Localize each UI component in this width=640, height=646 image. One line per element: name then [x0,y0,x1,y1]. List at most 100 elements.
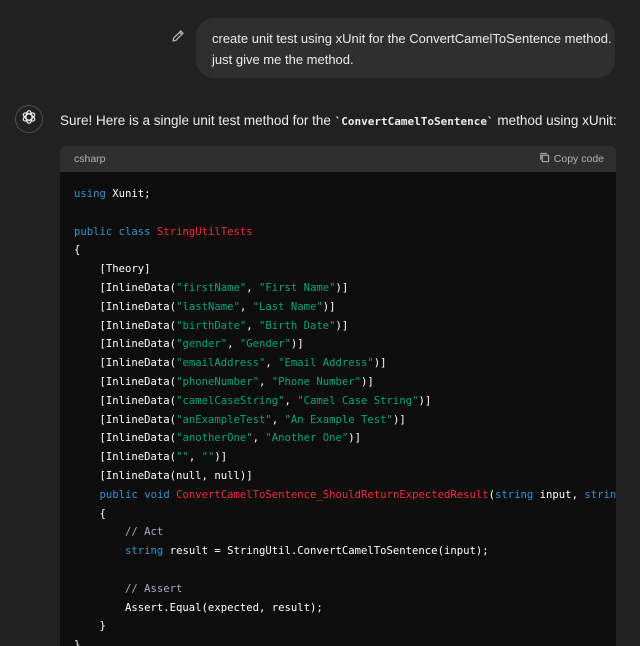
code-token: )] [322,300,336,313]
code-token: )] [418,394,432,407]
code-token: )] [335,319,349,332]
code-token: "anExampleTest" [176,413,272,426]
code-token: )] [214,451,228,464]
code-line: } [74,617,616,636]
code-token: "Birth Date" [259,319,336,332]
code-token: ConvertCamelToSentence_ShouldReturnExpec… [176,488,489,501]
code-token: )] [335,281,349,294]
code-token: "Phone Number" [271,375,362,388]
code-token: "firstName" [176,281,247,294]
code-token: )] [373,357,387,370]
code-token: , [271,413,285,426]
code-block-header: csharp Copy code [60,146,616,172]
code-token: result = StringUtil.ConvertCamelToSenten… [163,545,489,558]
assistant-intro: Sure! Here is a single unit test method … [60,112,617,131]
code-line: [Theory] [74,260,616,279]
code-token: , [265,357,279,370]
code-token: Assert.Equal(expected, result); [74,601,323,614]
code-token: , [284,394,298,407]
code-token: StringUtilTests [156,225,253,238]
code-language-label: csharp [74,153,106,165]
code-line: [InlineData("", "")] [74,448,616,467]
code-token: [InlineData( [74,300,177,313]
code-token: [InlineData( [74,319,177,332]
code-line: [InlineData("camelCaseString", "Camel Ca… [74,392,616,411]
code-token: "camelCaseString" [176,394,285,407]
code-token: "Another One" [265,432,349,445]
code-line: // Assert [74,580,616,599]
code-token: "gender" [176,338,228,351]
code-token: [InlineData( [74,375,177,388]
code-token: class [118,225,151,238]
code-body: using Xunit; public class StringUtilTest… [60,172,616,646]
code-token: )] [392,413,406,426]
code-line: // Act [74,523,616,542]
code-token: "lastName" [176,300,240,313]
code-token: { [74,507,106,520]
code-token: [InlineData( [74,281,177,294]
code-line: { [74,505,616,524]
code-line: [InlineData("anExampleTest", "An Example… [74,411,616,430]
code-line: { [74,241,616,260]
code-line: public void ConvertCamelToSentence_Shoul… [74,486,616,505]
intro-text-before: Sure! Here is a single unit test method … [60,113,335,128]
pencil-icon[interactable] [170,28,186,44]
code-token: , [246,281,259,294]
code-token: "Camel Case String" [297,394,419,407]
code-token: [InlineData( [74,451,177,464]
copy-code-button[interactable]: Copy code [539,152,604,166]
code-line: [InlineData("firstName", "First Name")] [74,279,616,298]
intro-text-after: method using xUnit: [493,113,617,128]
code-token: , [258,375,272,388]
code-token: [InlineData(null, null)] [74,469,253,482]
code-token: string [495,488,534,501]
code-token: } [74,639,81,646]
user-message-line-1: create unit test using xUnit for the Con… [212,31,612,46]
code-token: { [74,244,81,257]
code-line: using Xunit; [74,185,616,204]
code-token: , [246,319,259,332]
code-token: "birthDate" [176,319,247,332]
code-token: "" [201,451,215,464]
code-line: [InlineData("phoneNumber", "Phone Number… [74,373,616,392]
code-line: [InlineData("birthDate", "Birth Date")] [74,317,616,336]
code-token: [InlineData( [74,432,177,445]
user-message-row: create unit test using xUnit for the Con… [0,0,640,90]
code-token: "Gender" [239,338,291,351]
code-token: void [144,488,170,501]
code-token: "An Example Test" [284,413,393,426]
code-token: [InlineData( [74,413,177,426]
code-line: [InlineData("gender", "Gender")] [74,335,616,354]
code-token: string [584,488,616,501]
code-token: )] [361,375,374,388]
code-token: , [239,300,253,313]
assistant-avatar [15,105,43,133]
copy-icon [539,152,550,166]
code-token: Xunit; [105,188,151,200]
code-token: using [74,188,106,200]
code-token: )] [290,338,304,351]
code-token: , [227,338,240,351]
code-block: csharp Copy code using Xunit; public cla… [60,146,616,646]
code-token: [InlineData( [74,394,177,407]
code-token: , [252,432,266,445]
openai-logo-icon [20,108,38,131]
code-token: "phoneNumber" [176,375,259,388]
user-message-bubble: create unit test using xUnit for the Con… [196,18,615,78]
code-line: Assert.Equal(expected, result); [74,599,616,618]
code-token: [InlineData( [74,357,177,370]
code-token: input, [533,488,585,501]
code-token: // Act [125,526,164,539]
code-token: "First Name" [259,281,336,294]
code-token: "" [176,451,189,464]
code-token: [InlineData( [74,338,177,351]
intro-inline-code: `ConvertCamelToSentence` [334,115,494,128]
code-token: string [125,545,164,558]
code-line: [InlineData("lastName", "Last Name")] [74,298,616,317]
code-token: "anotherOne" [176,432,253,445]
copy-code-label: Copy code [553,153,604,165]
code-token: )] [348,432,362,445]
